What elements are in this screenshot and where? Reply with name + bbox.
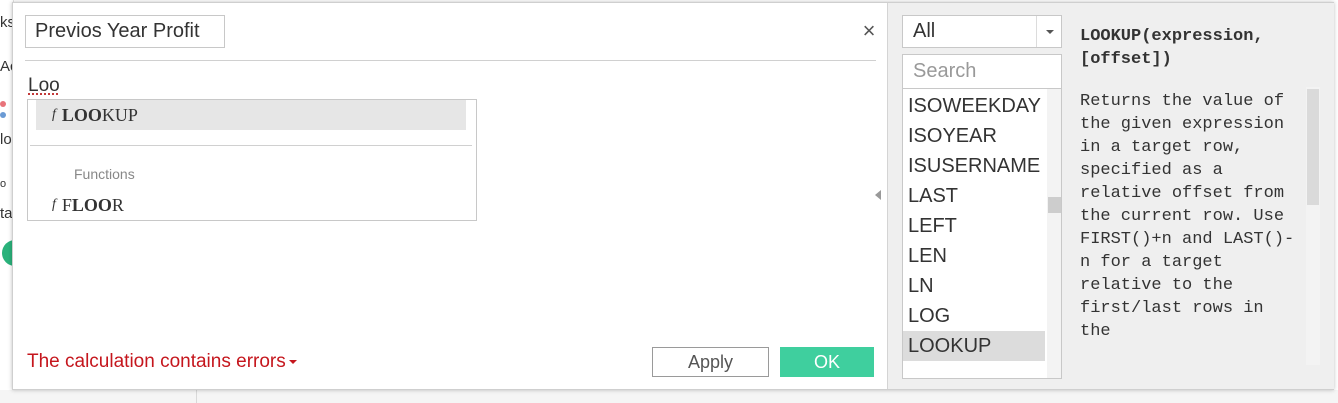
function-item[interactable]: LN bbox=[903, 271, 1045, 301]
function-item[interactable]: LEFT bbox=[903, 211, 1045, 241]
apply-button[interactable]: Apply bbox=[652, 347, 769, 377]
match-text: LOO bbox=[61, 104, 102, 125]
function-signature: LOOKUP(expression, [offset]) bbox=[1080, 27, 1264, 69]
ok-button[interactable]: OK bbox=[780, 347, 874, 377]
function-item[interactable]: ISUSERNAME bbox=[903, 151, 1045, 181]
scrollbar[interactable] bbox=[1306, 87, 1320, 365]
function-item-selected[interactable]: LOOKUP bbox=[903, 331, 1045, 361]
close-icon[interactable]: × bbox=[857, 19, 881, 43]
workbook-bottom-bar bbox=[0, 390, 1338, 403]
calculation-dialog: × Loo fLOOKUP Functions fFLOOR The calcu… bbox=[12, 2, 1334, 390]
divider bbox=[30, 145, 472, 146]
function-icon: f bbox=[52, 197, 56, 212]
function-icon: f bbox=[52, 107, 56, 122]
error-message-dropdown[interactable]: The calculation contains errors bbox=[27, 351, 297, 373]
function-reference-panel: All ISOWEEKDAY ISOYEAR ISUSERNAME LAST L… bbox=[887, 3, 1334, 389]
function-item[interactable]: ISOWEEKDAY bbox=[903, 91, 1045, 121]
bg-dot-icon bbox=[0, 101, 6, 107]
formula-text: Loo bbox=[28, 75, 60, 96]
function-description: Returns the value of the given expressio… bbox=[1080, 92, 1295, 341]
divider bbox=[196, 390, 197, 403]
autocomplete-section-header: Functions bbox=[74, 166, 135, 182]
collapse-panel-icon[interactable] bbox=[875, 190, 881, 200]
pre-text: F bbox=[61, 194, 72, 215]
calc-name-input[interactable] bbox=[25, 15, 225, 48]
category-value: All bbox=[913, 20, 936, 42]
function-item[interactable]: LEN bbox=[903, 241, 1045, 271]
function-search-input[interactable] bbox=[902, 54, 1062, 89]
rest-text: KUP bbox=[101, 104, 138, 125]
rest-text: R bbox=[111, 194, 124, 215]
bg-fragment: lo bbox=[0, 131, 12, 148]
function-list: ISOWEEKDAY ISOYEAR ISUSERNAME LAST LEFT … bbox=[902, 89, 1062, 379]
bg-fragment: ta bbox=[0, 205, 13, 222]
error-message: The calculation contains errors bbox=[27, 351, 286, 372]
bg-fragment: o bbox=[0, 178, 7, 190]
category-select[interactable]: All bbox=[902, 15, 1062, 48]
scrollbar[interactable] bbox=[1047, 89, 1061, 378]
autocomplete-item-lookup[interactable]: f LOO KUP bbox=[36, 100, 466, 130]
bg-dot-icon bbox=[0, 112, 6, 118]
autocomplete-item-floor[interactable]: f F LOO R bbox=[36, 190, 466, 220]
scrollbar-thumb[interactable] bbox=[1048, 197, 1061, 213]
function-item[interactable]: LOG bbox=[903, 301, 1045, 331]
divider bbox=[1036, 16, 1037, 47]
chevron-down-icon bbox=[1046, 30, 1054, 34]
scrollbar-thumb[interactable] bbox=[1307, 89, 1319, 205]
autocomplete-dropdown: f LOO KUP Functions f F LOO R bbox=[27, 99, 477, 221]
function-item[interactable]: LAST bbox=[903, 181, 1045, 211]
caret-down-icon bbox=[288, 359, 297, 364]
match-text: LOO bbox=[71, 194, 112, 215]
divider bbox=[25, 60, 876, 61]
function-item[interactable]: ISOYEAR bbox=[903, 121, 1045, 151]
